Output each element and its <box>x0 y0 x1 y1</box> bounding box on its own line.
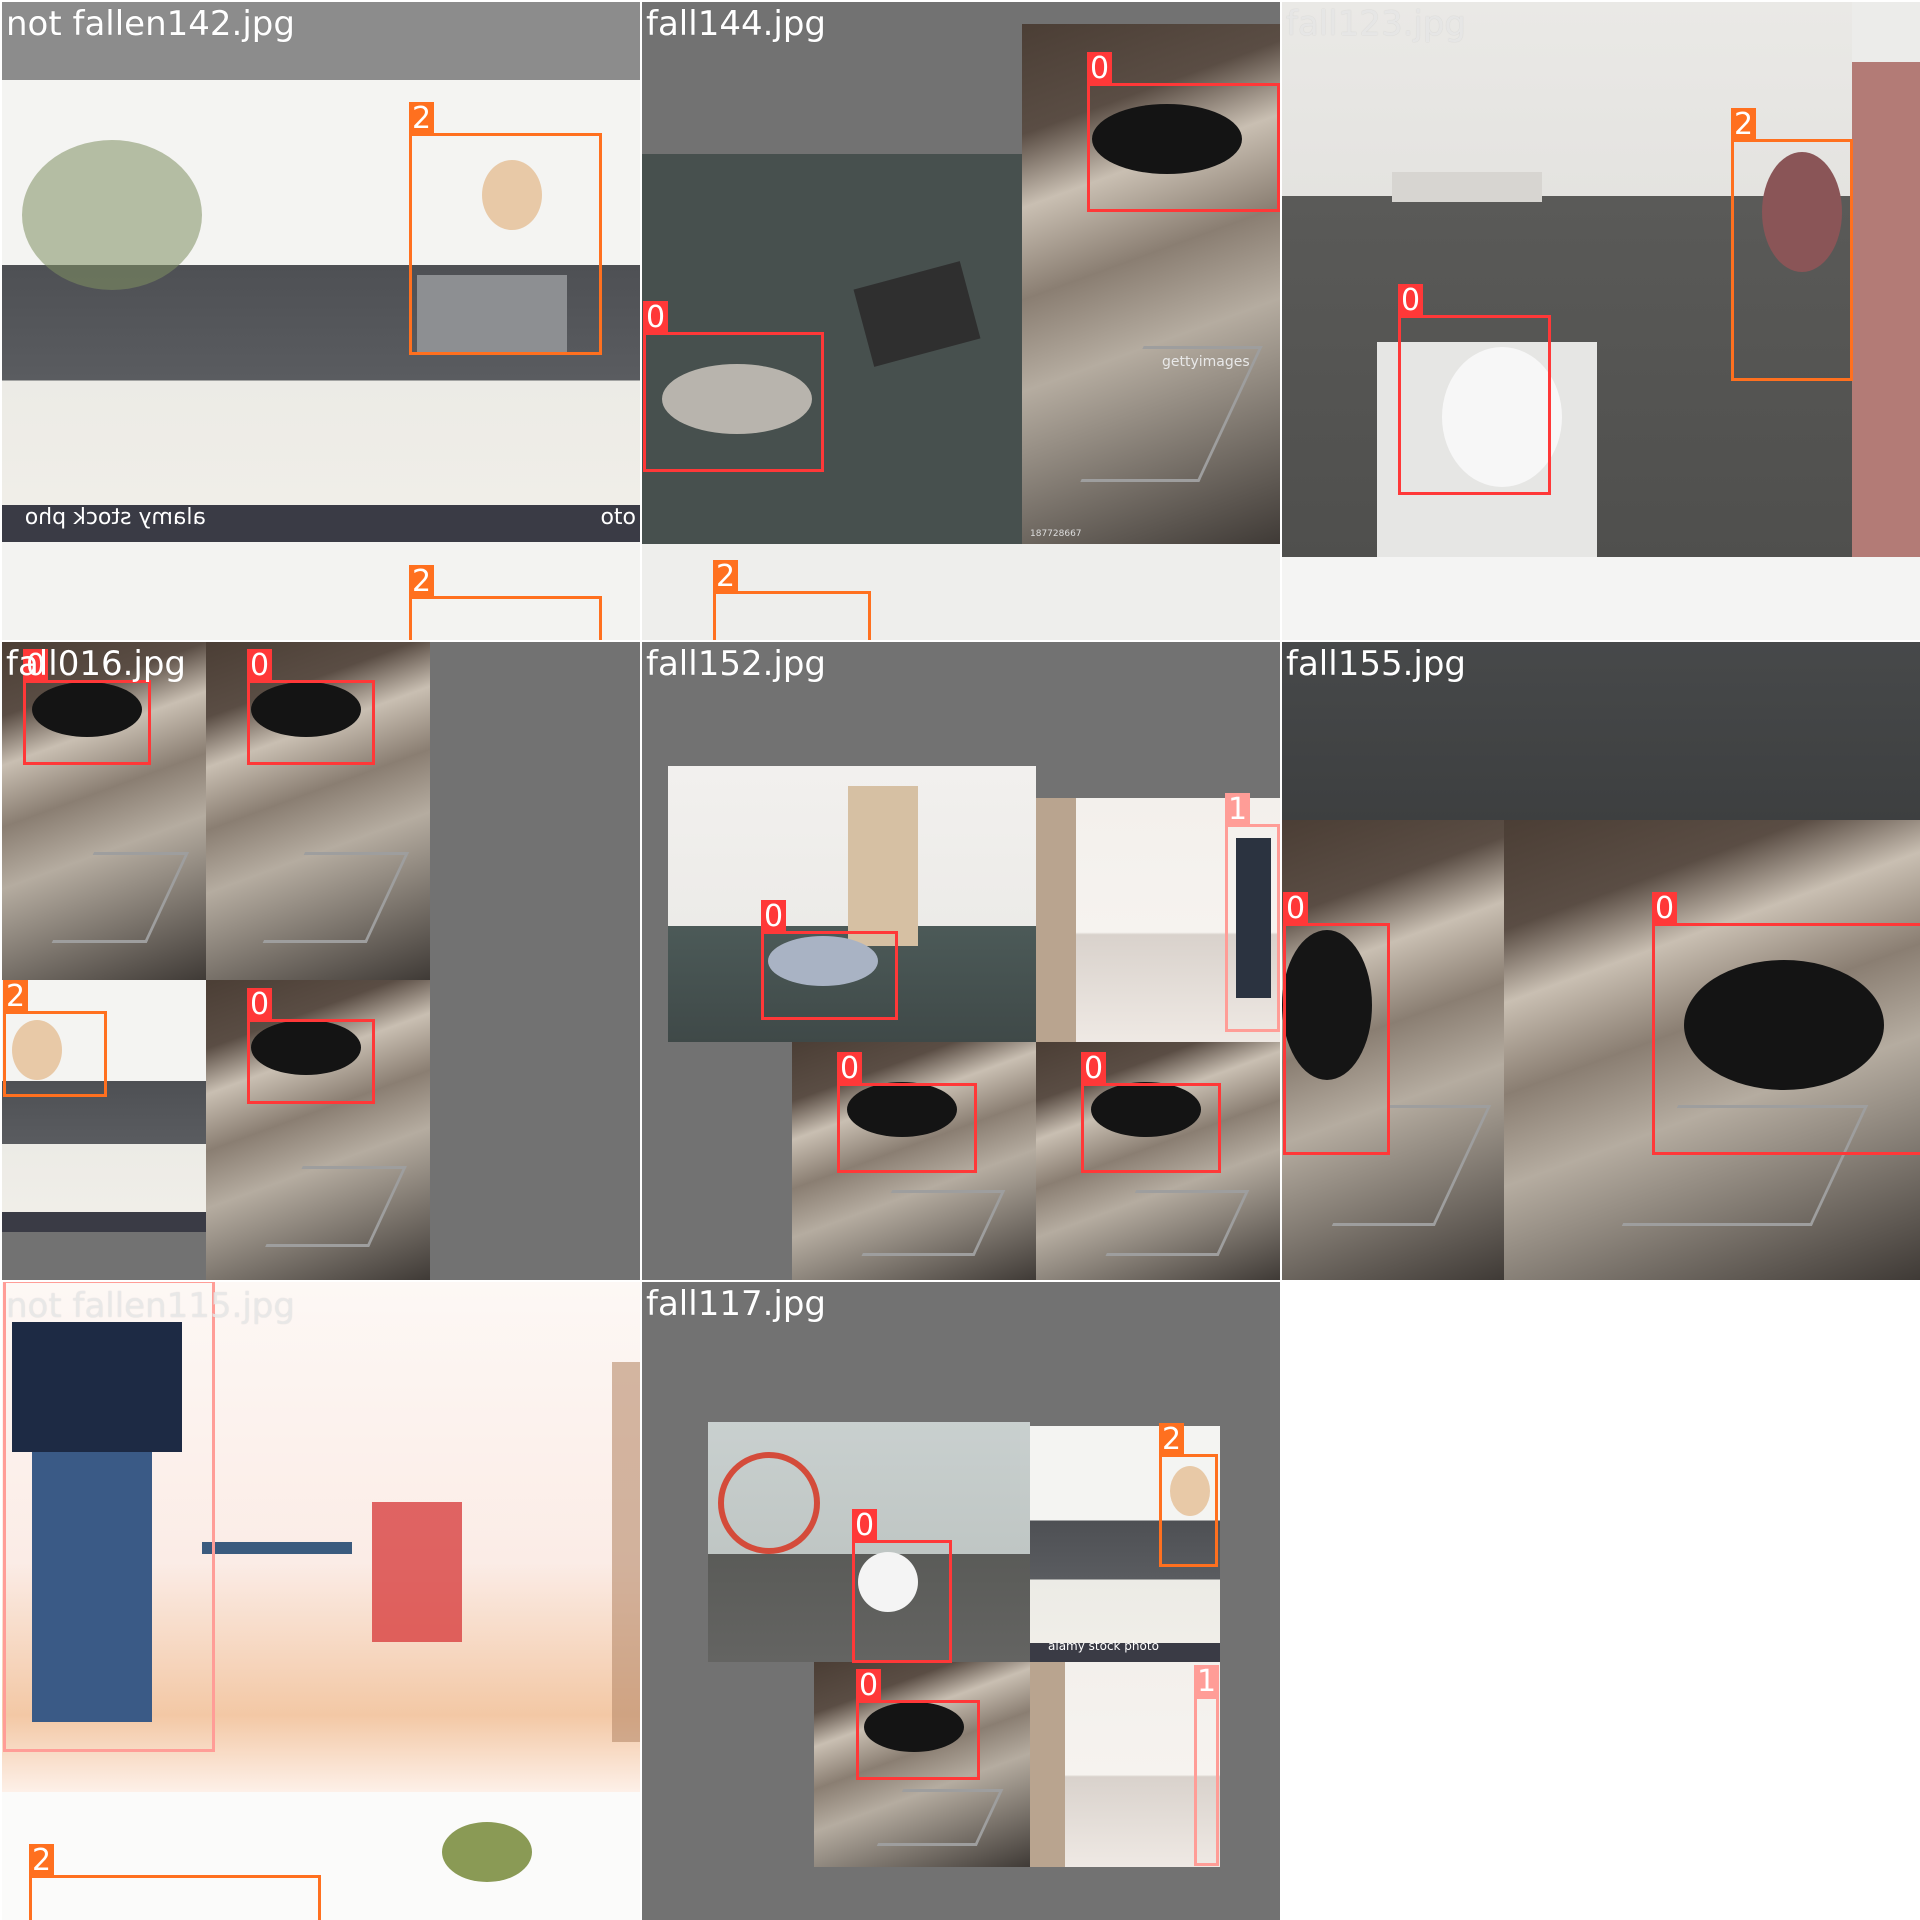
bbox-label: 0 <box>1652 892 1678 926</box>
bbox-class-2: 2 <box>1731 108 1853 381</box>
bbox-class-0: 0 <box>1283 892 1390 1155</box>
watermark-alamy: alamy stock photo <box>1048 1639 1159 1653</box>
bbox-class-0: 0 <box>247 649 375 765</box>
bbox-label: 2 <box>409 565 435 599</box>
tile-filename: fall117.jpg <box>646 1284 827 1324</box>
bbox-label: 2 <box>409 102 435 136</box>
tile-filename: fall144.jpg <box>646 4 827 44</box>
bbox-class-1: 1 <box>1194 1665 1220 1866</box>
mosaic-tile-3: fall123.jpg 2 0 <box>1282 2 1920 640</box>
bbox-label: 0 <box>1398 284 1424 318</box>
bbox-label: 1 <box>3 1282 29 1283</box>
bbox-label: 0 <box>761 900 787 934</box>
photo-dining <box>1030 1662 1220 1867</box>
bbox-label: 1 <box>1194 1665 1220 1699</box>
bbox-label: 2 <box>29 1844 55 1878</box>
bbox-class-0: 0 <box>1652 892 1920 1155</box>
bbox-class-2: 2 <box>1159 1423 1218 1567</box>
mosaic-tile-7: not fallen115.jpg 1 2 <box>2 1282 640 1920</box>
bbox-label: 0 <box>1081 1052 1107 1086</box>
watermark-getty-code: 187728667 <box>1030 529 1082 539</box>
watermark-oto: oto <box>600 505 636 530</box>
mosaic-tile-2: fall144.jpg gettyimages 187728667 0 0 2 <box>642 2 1280 640</box>
empty-mosaic-slot <box>1282 1282 1920 1920</box>
bbox-label: 0 <box>247 988 273 1022</box>
bbox-class-2: 2 <box>409 102 602 355</box>
bbox-label: 0 <box>1087 52 1113 86</box>
bbox-label: 0 <box>643 301 669 335</box>
bbox-label: 2 <box>3 980 29 1014</box>
bbox-class-0: 0 <box>1081 1052 1221 1173</box>
bbox-label: 2 <box>1731 108 1757 142</box>
bbox-class-2: 2 <box>3 980 107 1097</box>
tile-filename: not fallen115.jpg <box>6 1286 295 1326</box>
bbox-label: 0 <box>837 1052 863 1086</box>
mosaic-tile-5: fall152.jpg 0 1 0 0 <box>642 642 1280 1280</box>
bbox-class-0: 0 <box>1087 52 1280 212</box>
bbox-label: 0 <box>856 1669 882 1703</box>
bbox-label: 0 <box>247 649 273 683</box>
bbox-class-1: 1 <box>1225 793 1280 1032</box>
tile-filename: fall152.jpg <box>646 644 827 684</box>
bbox-class-0: 0 <box>23 649 151 765</box>
bbox-label: 0 <box>852 1509 878 1543</box>
mosaic-tile-6: fall155.jpg 0 0 <box>1282 642 1920 1280</box>
bbox-label: 1 <box>1225 793 1251 827</box>
bbox-class-2: 2 <box>409 565 602 640</box>
tile-filename: not fallen142.jpg <box>6 4 295 44</box>
bbox-class-0: 0 <box>643 301 824 472</box>
tile-filename: fall123.jpg <box>1286 4 1467 44</box>
bbox-label: 0 <box>1283 892 1309 926</box>
bbox-label: 2 <box>713 560 739 594</box>
mosaic-tile-8: fall117.jpg alamy stock photo 2 0 0 1 <box>642 1282 1280 1920</box>
bbox-label: 2 <box>1159 1423 1185 1457</box>
bbox-class-0: 0 <box>852 1509 952 1663</box>
bbox-class-0: 0 <box>247 988 375 1104</box>
photo-strip-bottom <box>1282 557 1920 640</box>
mosaic-tile-4: fall016.jpg 0 0 2 0 <box>2 642 640 1280</box>
bbox-class-0: 0 <box>856 1669 980 1780</box>
bbox-class-2: 2 <box>29 1844 321 1920</box>
bbox-class-2: 2 <box>713 560 871 640</box>
tile-filename: fall155.jpg <box>1286 644 1467 684</box>
bbox-class-1: 1 <box>3 1282 215 1752</box>
watermark-alamy-mirrored: alamy stock pho <box>24 505 206 530</box>
tile-filename: fall016.jpg <box>6 644 187 684</box>
bbox-class-0: 0 <box>761 900 898 1020</box>
bbox-class-0: 0 <box>1398 284 1551 495</box>
watermark-getty: gettyimages <box>1162 354 1250 370</box>
mosaic-tile-1: not fallen142.jpg alamy stock pho oto 2 … <box>2 2 640 640</box>
bbox-class-0: 0 <box>837 1052 977 1173</box>
photo-bookshelf <box>1852 62 1920 557</box>
